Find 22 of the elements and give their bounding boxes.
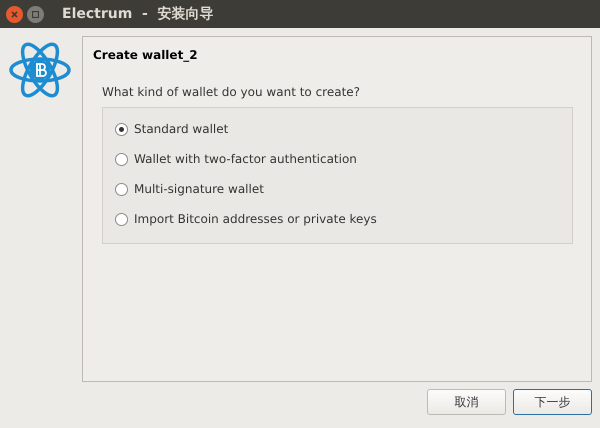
radio-option[interactable]: Import Bitcoin addresses or private keys xyxy=(115,210,572,228)
close-icon xyxy=(11,10,18,18)
radio-option[interactable]: Wallet with two-factor authentication xyxy=(115,150,572,168)
close-button[interactable] xyxy=(6,6,23,22)
dialog-button[interactable]: 下一步 xyxy=(513,389,592,415)
radio-option[interactable]: Multi-signature wallet xyxy=(115,180,572,198)
option-label: Wallet with two-factor authentication xyxy=(134,151,357,168)
option-label: Multi-signature wallet xyxy=(134,181,264,198)
minimize-button[interactable] xyxy=(27,6,44,22)
question-text: What kind of wallet do you want to create? xyxy=(102,84,362,101)
radio-button[interactable] xyxy=(115,212,128,226)
page-title: Create wallet_2 xyxy=(93,47,199,64)
option-label: Import Bitcoin addresses or private keys xyxy=(134,211,377,228)
radio-button[interactable] xyxy=(115,152,128,166)
radio-button[interactable] xyxy=(115,122,128,136)
logo-icon xyxy=(8,40,72,100)
window-title: Electrum - 安装向导 xyxy=(62,4,214,24)
option-label: Standard wallet xyxy=(134,121,228,138)
window-icon xyxy=(32,10,39,18)
dialog-button[interactable]: 取消 xyxy=(427,389,506,415)
radio-button[interactable] xyxy=(115,182,128,196)
radio-option[interactable]: Standard wallet xyxy=(115,120,572,138)
